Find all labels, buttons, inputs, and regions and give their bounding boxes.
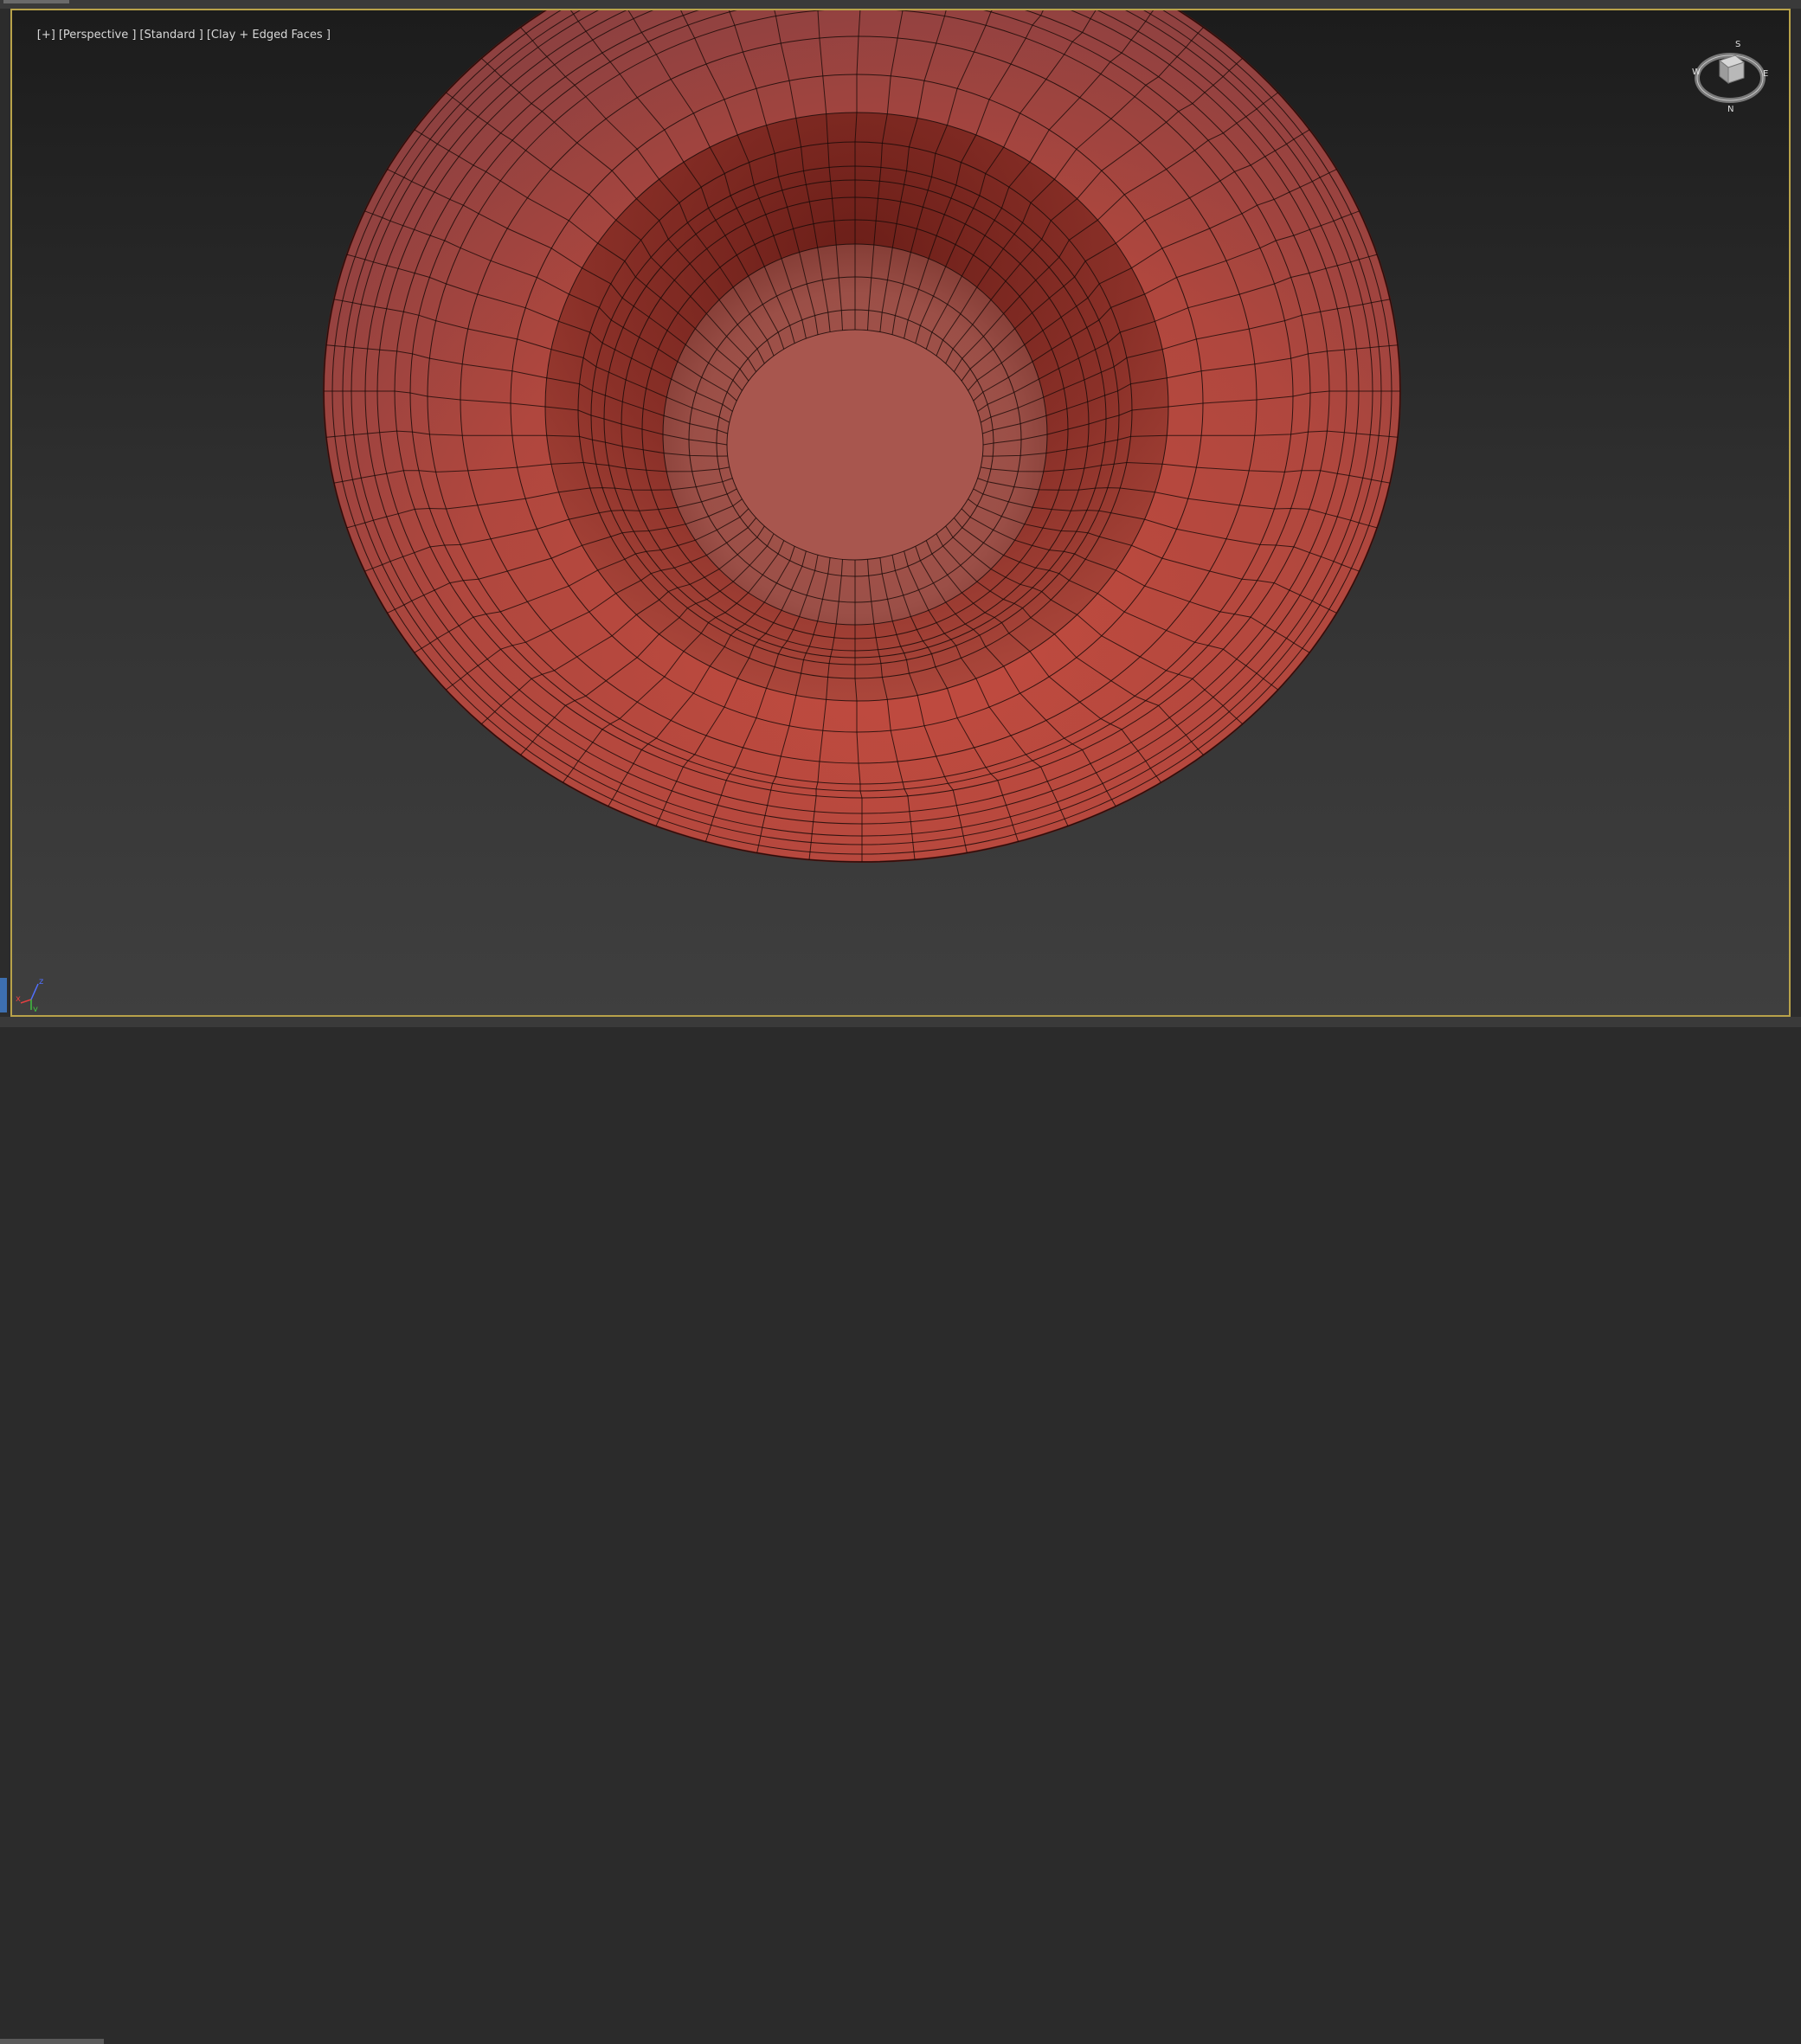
viewport-plus-menu[interactable]: [+] [37, 29, 55, 42]
perspective-viewport[interactable]: [+] [Perspective ] [Standard ] [Clay + Edge… [10, 9, 1791, 1017]
viewport-shading-menu[interactable]: [Clay + Edged Faces ] [207, 29, 331, 42]
axis-z-label: z [39, 977, 43, 987]
top-tab[interactable] [3, 0, 69, 3]
viewport-standard-menu[interactable]: [Standard ] [139, 29, 203, 42]
axis-x-label: x [16, 994, 21, 1004]
viewcube-north[interactable]: N [1727, 105, 1733, 114]
viewcube-east[interactable]: E [1763, 69, 1768, 79]
top-toolbar-strip [0, 0, 1801, 9]
axis-tripod: x y z [16, 977, 43, 1012]
viewcube-south[interactable]: S [1735, 40, 1740, 49]
viewcube[interactable]: N S E W [1690, 35, 1770, 114]
max-window: [+] [Perspective ] [Standard ] [Clay + Edge… [0, 0, 1801, 2044]
bowl-center-disk [727, 330, 983, 560]
bottom-tab[interactable] [0, 2039, 104, 2044]
viewcube-west[interactable]: W [1692, 67, 1701, 77]
left-panel-tab[interactable] [0, 978, 7, 1012]
viewport-label-menu: [+] [Perspective ] [Standard ] [Clay + Edge… [16, 16, 334, 55]
bowl-mesh [323, 10, 1401, 863]
bottom-status-strip [0, 1017, 1801, 2044]
axis-y-label: y [33, 1005, 38, 1012]
viewcube-box-icon[interactable] [1718, 55, 1746, 85]
viewport-pov-menu[interactable]: [Perspective ] [59, 29, 137, 42]
